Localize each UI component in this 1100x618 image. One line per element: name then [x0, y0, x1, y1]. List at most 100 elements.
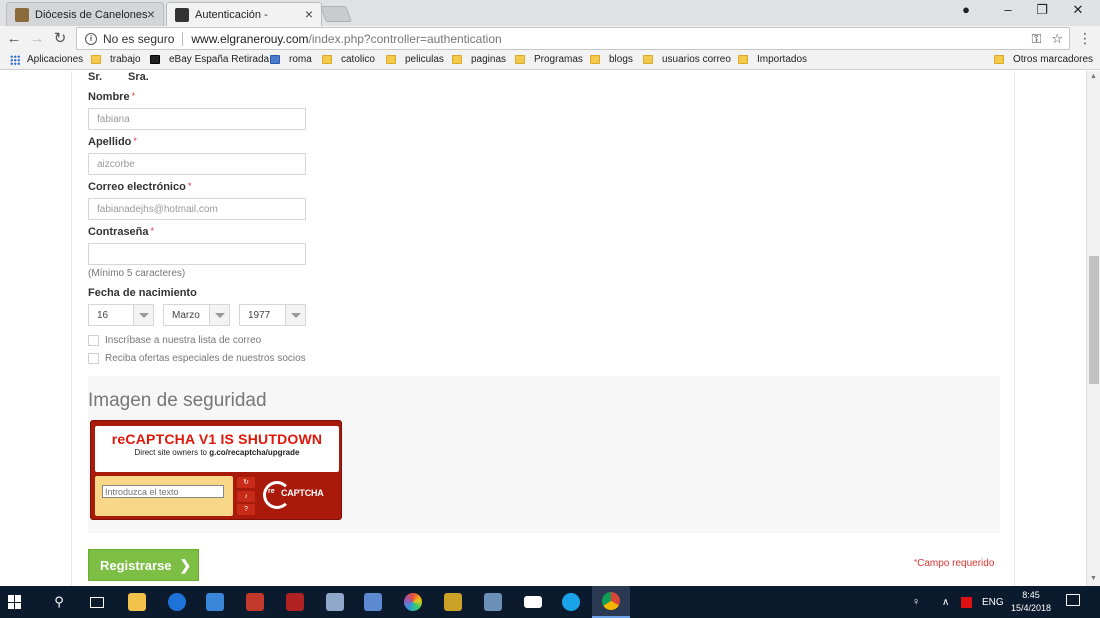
bookmark-catolico[interactable]: catolico	[322, 54, 375, 65]
star-bookmark-icon[interactable]: ☆	[1051, 31, 1063, 47]
checkbox-box[interactable]	[88, 335, 99, 346]
minimize-icon[interactable]: –	[994, 2, 1022, 17]
bookmark-label: eBay España Retirada	[169, 54, 270, 65]
audio-icon[interactable]: ♪	[237, 490, 255, 502]
apellido-field[interactable]: aizcorbe	[88, 153, 306, 175]
mcafee-icon	[961, 596, 972, 608]
key-icon[interactable]: ⚿	[1031, 31, 1041, 47]
taskbar-app-3[interactable]	[316, 586, 354, 618]
taskbar-app-1[interactable]	[236, 586, 274, 618]
captcha-input-area	[95, 476, 233, 516]
taskbar-app-4[interactable]	[354, 586, 392, 618]
tab-title: Autenticación -	[195, 8, 268, 21]
nombre-label: Nombre *	[88, 91, 135, 103]
bookmark-roma[interactable]: roma	[270, 54, 312, 65]
offers-checkbox[interactable]: Reciba ofertas especiales de nuestros so…	[88, 353, 306, 364]
address-bar[interactable]: i No es seguro www.elgranerouy.com /inde…	[76, 27, 1070, 50]
window-close-icon[interactable]: ✕	[1064, 2, 1092, 18]
reload-icon[interactable]: ↻	[50, 29, 70, 49]
bookmark-ebay[interactable]: eBay España Retirada	[150, 54, 269, 65]
bookmark-label: catolico	[341, 54, 375, 65]
bookmark-label: Otros marcadores	[1013, 54, 1094, 65]
checkbox-box[interactable]	[88, 353, 99, 364]
tray-people-icon[interactable]: ♀	[912, 586, 920, 618]
page-scrollbar[interactable]: ▲ ▼	[1086, 71, 1100, 586]
register-button[interactable]: Registrarse ❯	[88, 549, 199, 581]
scroll-down-icon[interactable]: ▼	[1090, 575, 1097, 582]
tab-diocesis[interactable]: Diócesis de Canelones ×	[6, 2, 164, 26]
right-gutter	[1014, 71, 1086, 586]
url-path[interactable]: /index.php?controller=authentication	[309, 32, 502, 46]
taskbar-app-6[interactable]	[474, 586, 512, 618]
taskbar-mail[interactable]	[514, 586, 552, 618]
bookmarks-bar: Aplicaciones trabajo eBay España Retirad…	[0, 52, 1100, 70]
tray-expand-icon[interactable]: ∧	[942, 586, 949, 618]
captcha-input[interactable]	[102, 485, 224, 498]
password-label: Contraseña *	[88, 226, 154, 238]
captcha-sub-prefix: Direct site owners to	[134, 448, 210, 457]
bookmark-usuarios-correo[interactable]: usuarios correo	[643, 54, 731, 65]
taskbar-task-view[interactable]	[78, 586, 116, 618]
taskbar-search[interactable]: ⚲	[40, 586, 78, 618]
taskbar-clock[interactable]: 8:45 15/4/2018	[1004, 589, 1058, 615]
email-label: Correo electrónico *	[88, 181, 191, 193]
mail-icon	[524, 596, 542, 608]
bookmark-programas[interactable]: Programas	[515, 54, 583, 65]
birth-year-select[interactable]: 1977	[239, 304, 306, 326]
title-option-sra[interactable]: Sra.	[128, 71, 149, 83]
restore-icon[interactable]: ❐	[1028, 2, 1056, 18]
profile-icon[interactable]: ●	[952, 2, 980, 17]
title-option-sr[interactable]: Sr.	[88, 71, 102, 83]
notification-icon[interactable]	[1066, 594, 1080, 606]
recaptcha-logo-icon: re CAPTCHA	[261, 479, 341, 515]
taskbar-edge[interactable]	[158, 586, 196, 618]
bookmark-trabajo[interactable]: trabajo	[91, 54, 141, 65]
email-field[interactable]: fabianadejhs@hotmail.com	[88, 198, 306, 220]
bookmark-peliculas[interactable]: peliculas	[386, 54, 444, 65]
folder-icon	[994, 55, 1004, 64]
nombre-field[interactable]: fabiana	[88, 108, 306, 130]
bookmark-otros[interactable]: Otros marcadores	[994, 54, 1093, 65]
page-content: ▲ ▼ Sr. Sra. Nombre * fabiana Apellido * a…	[0, 71, 1100, 586]
scroll-thumb[interactable]	[1089, 256, 1099, 384]
omnibox-divider	[182, 31, 184, 46]
password-hint: (Mínimo 5 caracteres)	[88, 268, 186, 279]
refresh-icon[interactable]: ↻	[237, 477, 255, 488]
url-host[interactable]: www.elgranerouy.com	[191, 32, 308, 46]
chevron-right-icon: ❯	[179, 556, 192, 573]
close-icon[interactable]: ×	[305, 6, 313, 22]
taskbar-explorer[interactable]	[118, 586, 156, 618]
tab-autenticacion[interactable]: Autenticación - ×	[166, 2, 322, 26]
back-arrow-icon[interactable]: ←	[4, 29, 24, 49]
bookmark-apps[interactable]: Aplicaciones	[10, 54, 83, 65]
password-field[interactable]	[88, 243, 306, 265]
site-favicon-icon	[175, 7, 189, 22]
taskbar-skype[interactable]	[552, 586, 590, 618]
windows-start-icon[interactable]	[8, 595, 22, 609]
birth-day-select[interactable]: 16	[88, 304, 154, 326]
select-value: Marzo	[172, 310, 200, 321]
close-icon[interactable]: ×	[147, 6, 155, 22]
tray-app-icon[interactable]	[961, 586, 972, 618]
scroll-up-icon[interactable]: ▲	[1090, 73, 1097, 80]
taskbar-chrome[interactable]	[592, 586, 630, 618]
bookmark-importados[interactable]: Importados	[738, 54, 807, 65]
taskbar-fireworks[interactable]	[434, 586, 472, 618]
new-tab-button[interactable]	[320, 6, 352, 22]
language-indicator[interactable]: ENG	[982, 586, 1004, 618]
birth-month-select[interactable]: Marzo	[163, 304, 230, 326]
label-text: Correo electrónico	[88, 181, 186, 193]
bookmark-blogs[interactable]: blogs	[590, 54, 633, 65]
newsletter-checkbox[interactable]: Inscríbase a nuestra lista de correo	[88, 335, 261, 346]
bookmark-paginas[interactable]: paginas	[452, 54, 506, 65]
info-icon[interactable]: i	[85, 32, 97, 45]
bookmark-label: blogs	[609, 54, 633, 65]
chevron-down-icon	[209, 305, 229, 325]
browser-menu-icon[interactable]: ⋮	[1078, 30, 1092, 47]
forward-arrow-icon[interactable]: →	[27, 29, 47, 49]
taskbar-app-2[interactable]	[276, 586, 314, 618]
taskbar-app-5[interactable]	[394, 586, 432, 618]
taskbar-store[interactable]	[196, 586, 234, 618]
security-status[interactable]: No es seguro	[103, 32, 174, 46]
help-icon[interactable]: ?	[237, 504, 255, 515]
